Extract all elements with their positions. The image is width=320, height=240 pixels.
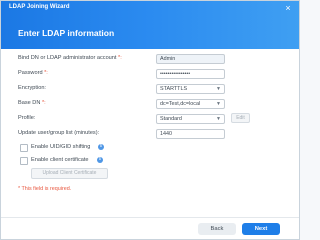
profile-value: Standard bbox=[160, 116, 182, 122]
chevron-down-icon: ▼ bbox=[216, 101, 221, 107]
base-dn-label: Base DN *: bbox=[18, 100, 46, 106]
update-list-label: Update user/group list (minutes): bbox=[18, 130, 100, 136]
next-button[interactable]: Next bbox=[242, 223, 280, 235]
client-certificate-checkbox[interactable] bbox=[20, 157, 28, 165]
footer-divider bbox=[1, 217, 299, 218]
wizard-title: LDAP Joining Wizard bbox=[9, 4, 70, 10]
edit-profile-button[interactable]: Edit bbox=[231, 113, 250, 123]
profile-select[interactable]: Standard ▼ bbox=[156, 114, 225, 124]
encryption-label: Encryption: bbox=[18, 85, 46, 91]
ldap-wizard-dialog: LDAP Joining Wizard × Enter LDAP informa… bbox=[0, 0, 300, 240]
back-button[interactable]: Back bbox=[198, 223, 236, 235]
base-dn-select[interactable]: dc=Test,dc=local ▼ bbox=[156, 99, 225, 109]
info-icon[interactable]: i bbox=[98, 144, 104, 150]
bind-dn-label: Bind DN or LDAP administrator account *: bbox=[18, 55, 122, 61]
profile-label: Profile: bbox=[18, 115, 36, 121]
uid-gid-shifting-label[interactable]: Enable UID/GID shifting bbox=[31, 144, 90, 150]
encryption-value: STARTTLS bbox=[160, 86, 188, 92]
update-list-input[interactable]: 1440 bbox=[156, 129, 225, 139]
password-input[interactable]: •••••••••••••••• bbox=[156, 69, 225, 79]
bind-dn-input[interactable]: Admin bbox=[156, 54, 225, 64]
close-icon[interactable]: × bbox=[284, 4, 292, 13]
wizard-header: LDAP Joining Wizard × Enter LDAP informa… bbox=[1, 1, 299, 49]
encryption-select[interactable]: STARTTLS ▼ bbox=[156, 84, 225, 94]
required-mark: *: bbox=[118, 55, 122, 61]
required-note: * This field is required. bbox=[18, 186, 72, 192]
password-label: Password *: bbox=[18, 70, 48, 76]
uid-gid-shifting-checkbox[interactable] bbox=[20, 144, 28, 152]
upload-client-certificate-button[interactable]: Upload Client Certificate bbox=[31, 168, 108, 179]
chevron-down-icon: ▼ bbox=[216, 116, 221, 122]
required-mark: *: bbox=[41, 100, 46, 106]
client-certificate-label[interactable]: Enable client certificate bbox=[31, 157, 89, 163]
step-title: Enter LDAP information bbox=[18, 28, 115, 38]
base-dn-value: dc=Test,dc=local bbox=[160, 101, 201, 107]
required-mark: *: bbox=[44, 70, 48, 76]
info-icon[interactable]: i bbox=[97, 157, 103, 163]
chevron-down-icon: ▼ bbox=[216, 86, 221, 92]
